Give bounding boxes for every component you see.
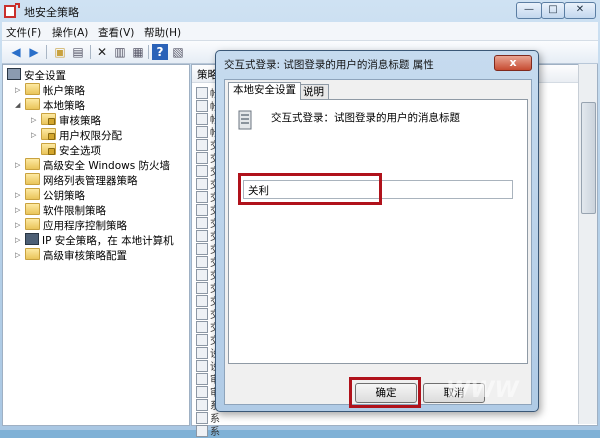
computer-icon	[25, 233, 39, 245]
expand-icon[interactable]: ▷	[15, 233, 23, 248]
folder-icon	[25, 248, 40, 260]
folder-icon	[25, 188, 40, 200]
tree-item-public-key[interactable]: ▷ 公钥策略	[15, 188, 85, 203]
tree-root[interactable]: 安全设置	[7, 68, 66, 83]
tree-item-label: 公钥策略	[43, 190, 85, 202]
tree-item-label: 帐户策略	[43, 85, 85, 97]
tree-item-ip-security[interactable]: ▷ IP 安全策略，在 本地计算机	[15, 233, 174, 248]
tree-item-app-control[interactable]: ▷ 应用程序控制策略	[15, 218, 127, 233]
tree-item-advanced-audit[interactable]: ▷ 高级审核策略配置	[15, 248, 127, 263]
properties-icon[interactable]: ▥	[112, 44, 128, 60]
folder-up-icon[interactable]: ▣	[52, 44, 68, 60]
vertical-scrollbar[interactable]	[578, 64, 597, 424]
tree-item-firewall[interactable]: ▷ 高级安全 Windows 防火墙	[15, 158, 170, 173]
policy-icon	[196, 425, 208, 437]
forward-icon[interactable]: ▶	[26, 44, 42, 60]
tree-item-label: IP 安全策略，在 本地计算机	[42, 235, 174, 247]
window-title: 地安全策略	[24, 6, 79, 19]
tab-explain[interactable]: 说明	[298, 84, 329, 100]
show-tree-icon[interactable]: ▤	[70, 44, 86, 60]
highlight-box-ok	[349, 377, 421, 408]
expand-icon[interactable]: ▷	[15, 188, 23, 203]
export-icon[interactable]: ▦	[130, 44, 146, 60]
policy-server-icon	[238, 110, 252, 130]
view-icon[interactable]: ▧	[170, 44, 186, 60]
maximize-button[interactable]: □	[541, 2, 565, 19]
properties-dialog: 交互式登录: 试图登录的用户的消息标题 属性 x 本地安全设置 说明 交互式登录…	[215, 50, 539, 412]
folder-icon	[25, 98, 40, 110]
expand-icon[interactable]: ▷	[15, 218, 23, 233]
tree-item-account-policy[interactable]: ▷ 帐户策略	[15, 83, 85, 98]
expand-icon[interactable]: ▷	[31, 128, 39, 143]
tree-item-label: 网络列表管理器策略	[43, 175, 138, 187]
navigation-tree: 安全设置 ▷ 帐户策略 ◢ 本地策略 ▷ 审核策略 ▷ 用户权限分配 安全选项 …	[2, 64, 190, 426]
list-row-label: 系	[210, 427, 220, 438]
folder-icon	[41, 128, 56, 140]
menu-file[interactable]: 文件(F)	[6, 25, 41, 40]
folder-icon	[25, 83, 40, 95]
collapse-icon[interactable]: ◢	[15, 98, 23, 113]
toolbar-separator	[90, 45, 91, 59]
expand-icon[interactable]: ▷	[15, 83, 23, 98]
tree-item-label: 软件限制策略	[43, 205, 106, 217]
folder-icon	[25, 218, 40, 230]
tree-item-security-options[interactable]: 安全选项	[31, 143, 101, 158]
highlight-box-input	[238, 173, 382, 205]
folder-icon	[41, 113, 56, 125]
menu-help[interactable]: 帮助(H)	[144, 25, 181, 40]
close-button[interactable]: ✕	[564, 2, 596, 19]
scrollbar-thumb[interactable]	[581, 102, 596, 214]
tree-item-user-rights[interactable]: ▷ 用户权限分配	[31, 128, 122, 143]
tree-item-label: 应用程序控制策略	[43, 220, 127, 232]
tab-page: 交互式登录：试图登录的用户的消息标题 关利	[228, 99, 528, 364]
toolbar-separator	[148, 45, 149, 59]
minimize-button[interactable]: —	[516, 2, 542, 19]
tree-item-network-list[interactable]: 网络列表管理器策略	[15, 173, 138, 188]
tree-root-label: 安全设置	[24, 70, 66, 82]
expand-icon[interactable]: ▷	[15, 158, 23, 173]
folder-icon	[25, 158, 40, 170]
tree-item-label: 高级安全 Windows 防火墙	[43, 160, 171, 172]
list-row[interactable]: 系	[196, 423, 226, 438]
dialog-close-button[interactable]: x	[494, 55, 532, 71]
help-icon[interactable]: ?	[152, 44, 168, 60]
tree-item-label: 审核策略	[59, 115, 101, 127]
tree-item-label: 安全选项	[59, 145, 101, 157]
tree-item-software-restriction[interactable]: ▷ 软件限制策略	[15, 203, 106, 218]
menu-action[interactable]: 操作(A)	[52, 25, 88, 40]
tree-item-label: 用户权限分配	[59, 130, 122, 142]
toolbar-separator	[46, 45, 47, 59]
tree-item-label: 本地策略	[43, 100, 85, 112]
dialog-body: 本地安全设置 说明 交互式登录：试图登录的用户的消息标题 关利 确定 取消	[224, 79, 532, 408]
watermark: WWW	[446, 378, 519, 403]
dialog-title: 交互式登录: 试图登录的用户的消息标题 属性	[224, 59, 434, 71]
expand-icon[interactable]: ▷	[31, 113, 39, 128]
tree-item-local-policy[interactable]: ◢ 本地策略	[15, 98, 85, 113]
security-settings-icon	[7, 68, 21, 80]
menu-view[interactable]: 查看(V)	[98, 25, 134, 40]
tab-local-security-setting[interactable]: 本地安全设置	[228, 82, 301, 100]
expand-icon[interactable]: ▷	[15, 248, 23, 263]
title-bar: 地安全策略 — □ ✕	[0, 0, 600, 22]
tree-item-label: 高级审核策略配置	[43, 250, 127, 262]
policy-name: 交互式登录：试图登录的用户的消息标题	[271, 112, 460, 124]
delete-icon[interactable]: ✕	[94, 44, 110, 60]
folder-icon	[25, 173, 40, 185]
list-row[interactable]: 系	[196, 410, 226, 425]
back-icon[interactable]: ◀	[8, 44, 24, 60]
tree-item-audit-policy[interactable]: ▷ 审核策略	[31, 113, 101, 128]
menu-bar: 文件(F) 操作(A) 查看(V) 帮助(H)	[2, 22, 598, 41]
expand-icon[interactable]: ▷	[15, 203, 23, 218]
folder-icon	[41, 143, 56, 155]
app-icon	[4, 3, 20, 18]
folder-icon	[25, 203, 40, 215]
